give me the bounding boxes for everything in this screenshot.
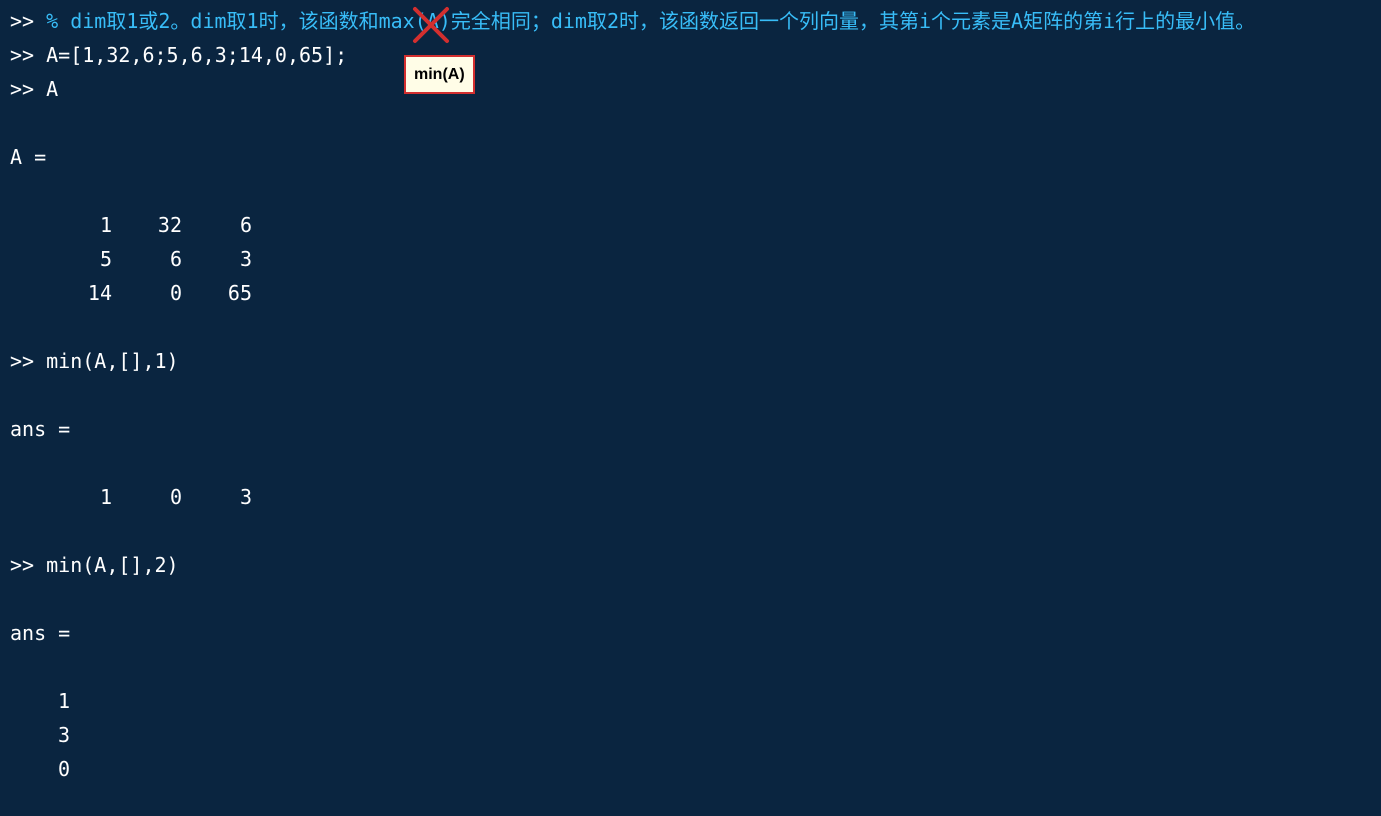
prompt: >> [10,349,34,373]
list-item: 3 [10,718,1371,752]
prompt: >> [10,77,34,101]
assign-command: A=[1,32,6;5,6,3;14,0,65]; [46,43,347,67]
cmd-min1-line[interactable]: >> min(A,[],1) [10,344,1371,378]
blank-line [10,174,1371,208]
blank-line [10,446,1371,480]
matrix-cell: 6 [182,208,252,242]
matrix-cell: 5 [42,242,112,276]
list-item: 1 [10,684,1371,718]
show-command: A [46,77,58,101]
table-row: 563 [10,242,1371,276]
table-row: 1326 [10,208,1371,242]
blank-line [10,378,1371,412]
prompt: >> [10,9,34,33]
prompt: >> [10,553,34,577]
ans-label: ans = [10,616,1371,650]
table-row: 14065 [10,276,1371,310]
ans-cell: 3 [182,480,252,514]
ans-cell: 0 [112,480,182,514]
blank-line [10,310,1371,344]
list-item: 0 [10,752,1371,786]
matrix-cell: 1 [42,208,112,242]
blank-line [10,514,1371,548]
matrix-cell: 14 [42,276,112,310]
blank-line [10,106,1371,140]
table-row: 103 [10,480,1371,514]
x-mark-icon [409,3,453,47]
cmd-min2-line[interactable]: >> min(A,[],2) [10,548,1371,582]
matrix-cell: 0 [112,276,182,310]
prompt: >> [10,43,34,67]
matrix-cell: 3 [182,242,252,276]
matrix-cell: 32 [112,208,182,242]
matrix-cell: 65 [182,276,252,310]
ans-label: ans = [10,412,1371,446]
comment-line[interactable]: >> % dim取1或2。dim取1时，该函数和max(A)完全相同；dim取2… [10,4,1371,38]
annotation-overlay: min(A) [404,3,462,85]
a-label: A = [10,140,1371,174]
cmd-show-line[interactable]: >> A [10,72,1371,106]
ans-cell: 1 [42,480,112,514]
comment-text: % dim取1或2。dim取1时，该函数和max(A)完全相同；dim取2时，该… [46,9,1255,33]
blank-line [10,650,1371,684]
blank-line [10,582,1371,616]
tooltip-label: min(A) [404,55,475,94]
cmd-assign-line[interactable]: >> A=[1,32,6;5,6,3;14,0,65]; [10,38,1371,72]
matrix-cell: 6 [112,242,182,276]
min1-command: min(A,[],1) [46,349,178,373]
min2-command: min(A,[],2) [46,553,178,577]
